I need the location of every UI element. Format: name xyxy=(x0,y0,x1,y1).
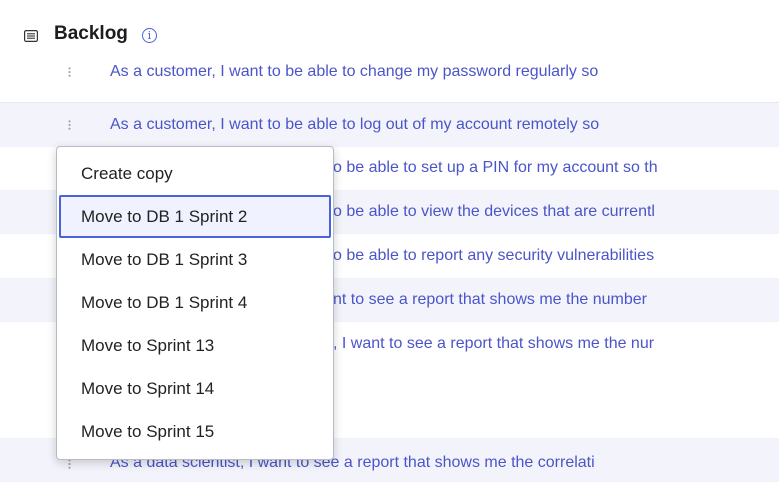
menu-item-move-sprint-13[interactable]: Move to Sprint 13 xyxy=(59,324,331,367)
story-link[interactable]: o be able to set up a PIN for my account… xyxy=(333,159,658,177)
drag-handle-icon[interactable] xyxy=(68,66,71,78)
menu-item-create-copy[interactable]: Create copy xyxy=(59,152,331,195)
list-icon xyxy=(24,29,39,43)
story-link[interactable]: , I want to see a report that shows me t… xyxy=(333,335,654,353)
backlog-row[interactable]: As a customer, I want to be able to chan… xyxy=(0,50,779,94)
story-link[interactable]: As a customer, I want to be able to chan… xyxy=(110,63,598,81)
story-link[interactable]: o be able to view the devices that are c… xyxy=(333,203,655,221)
info-icon[interactable]: i xyxy=(141,27,157,43)
menu-item-move-db1-sprint-4[interactable]: Move to DB 1 Sprint 4 xyxy=(59,281,331,324)
menu-item-move-sprint-15[interactable]: Move to Sprint 15 xyxy=(59,410,331,453)
menu-item-move-sprint-14[interactable]: Move to Sprint 14 xyxy=(59,367,331,410)
story-link[interactable]: o be able to report any security vulnera… xyxy=(333,247,654,265)
menu-item-move-db1-sprint-2[interactable]: Move to DB 1 Sprint 2 xyxy=(59,195,331,238)
story-link[interactable]: As a customer, I want to be able to log … xyxy=(110,116,599,134)
story-link[interactable]: nt to see a report that shows me the num… xyxy=(333,291,647,309)
drag-handle-icon[interactable] xyxy=(68,458,71,470)
backlog-row[interactable]: As a customer, I want to be able to log … xyxy=(0,102,779,147)
backlog-header: Backlog i xyxy=(24,20,157,48)
drag-handle-icon[interactable] xyxy=(68,119,71,131)
menu-item-move-db1-sprint-3[interactable]: Move to DB 1 Sprint 3 xyxy=(59,238,331,281)
backlog-title: Backlog xyxy=(54,23,128,44)
context-menu: Create copy Move to DB 1 Sprint 2 Move t… xyxy=(56,146,334,460)
